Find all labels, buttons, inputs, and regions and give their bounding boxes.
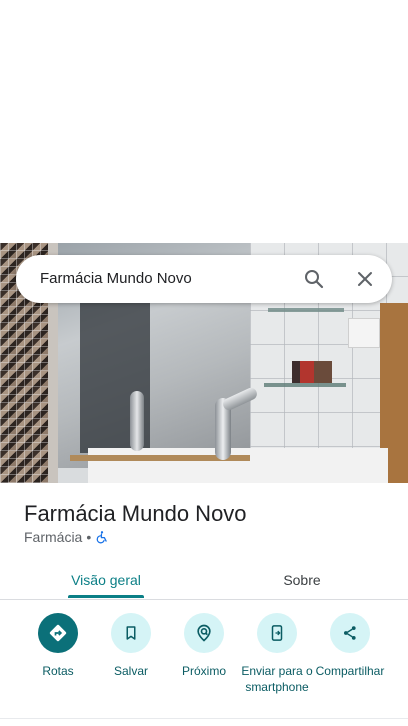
place-title: Farmácia Mundo Novo — [24, 501, 247, 526]
send-to-phone-label: Enviar para o smartphone — [241, 664, 313, 694]
share-label: Compartilhar — [315, 664, 385, 678]
tab-about[interactable]: Sobre — [256, 560, 348, 600]
tab-overview[interactable]: Visão geral — [60, 560, 152, 600]
nearby-label: Próximo — [181, 664, 226, 678]
send-to-phone-icon — [257, 613, 297, 653]
map-blank-area — [0, 0, 408, 243]
directions-label: Rotas — [42, 664, 74, 678]
wheelchair-icon — [95, 530, 109, 544]
share-icon — [330, 613, 370, 653]
bookmark-icon — [111, 613, 151, 653]
directions-icon — [38, 613, 78, 653]
close-icon[interactable] — [353, 267, 377, 291]
save-button[interactable]: Salvar — [91, 613, 171, 679]
separator-dot: • — [86, 529, 92, 545]
nearby-button[interactable]: Próximo — [164, 613, 244, 679]
tab-divider — [0, 599, 408, 600]
save-label: Salvar — [113, 664, 148, 678]
directions-button[interactable]: Rotas — [18, 613, 98, 679]
send-to-phone-button[interactable]: Enviar para o smartphone — [237, 613, 317, 695]
search-bar[interactable]: Farmácia Mundo Novo — [16, 255, 392, 303]
bottom-divider — [0, 718, 408, 719]
search-icon[interactable] — [302, 267, 326, 291]
active-tab-indicator — [68, 595, 144, 598]
nearby-icon — [184, 613, 224, 653]
place-subtitle: Farmácia • — [24, 529, 109, 545]
place-category: Farmácia — [24, 529, 83, 545]
share-button[interactable]: Compartilhar — [310, 613, 390, 679]
search-input[interactable]: Farmácia Mundo Novo — [40, 270, 192, 287]
